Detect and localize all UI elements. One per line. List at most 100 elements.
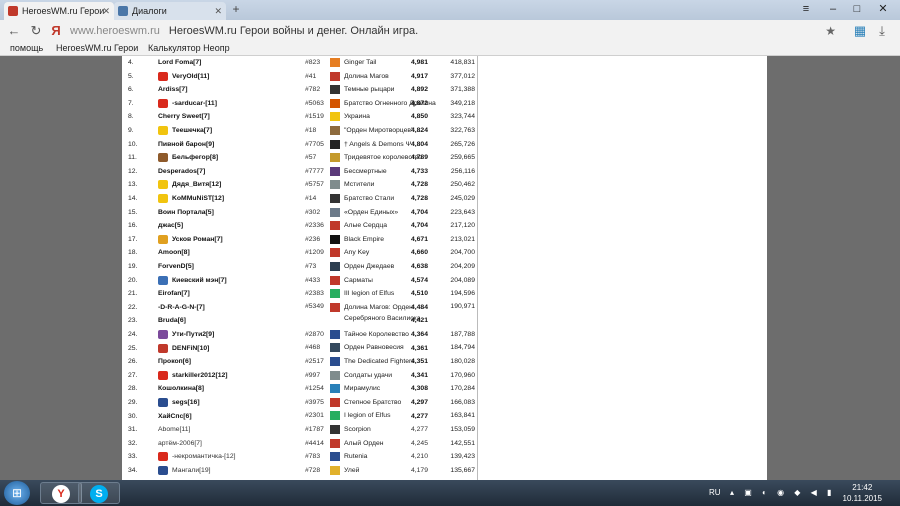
clan-row: #4414 Алый Орден 142,551 [305, 437, 475, 451]
player-name-link[interactable]: Воин Портала[5] [158, 206, 214, 220]
clan-id: #57 [305, 154, 317, 162]
back-button[interactable]: ← [6, 23, 22, 39]
tab-dialogs[interactable]: Диалоги ✕ [114, 2, 226, 20]
clan-name-link[interactable]: Мстители [344, 178, 374, 192]
player-name-link[interactable]: Мангали[19] [172, 464, 210, 478]
minimize-button[interactable]: – [822, 0, 844, 18]
player-name-link[interactable]: -некромантичка-[12] [172, 450, 236, 464]
clan-id: #2301 [305, 412, 324, 420]
clan-name-link[interactable]: I legion of Elfus [344, 409, 390, 423]
player-name-link[interactable]: Eirofan[7] [158, 287, 190, 301]
clan-name-link[interactable]: Алый Орден [344, 437, 383, 451]
refresh-button[interactable]: ↻ [28, 23, 44, 39]
clan-name-link[interactable]: "Орден Миротворцев" [344, 124, 413, 138]
system-clock[interactable]: 21:42 10.11.2015 [843, 482, 882, 504]
clan-name-link[interactable]: III legion of Elfus [344, 287, 394, 301]
clan-name-link[interactable]: «Орден Единых» [344, 206, 398, 220]
bookmark-star-icon[interactable]: ★ [825, 22, 836, 40]
player-name-link[interactable]: Усков Роман[7] [172, 233, 223, 247]
download-icon[interactable]: ⤓ [874, 23, 890, 39]
clan-name-link[interactable]: The Dedicated Fighters [344, 355, 415, 369]
clan-id: #236 [305, 235, 321, 243]
player-name-link[interactable]: segs[16] [172, 396, 200, 410]
player-name-link[interactable]: Ardiss[7] [158, 83, 187, 97]
menu-icon[interactable]: ≡ [796, 0, 816, 18]
clan-name-link[interactable]: Any Key [344, 246, 369, 260]
player-name-link[interactable]: джас[5] [158, 219, 183, 233]
player-name-link[interactable]: ForvenD[5] [158, 260, 194, 274]
player-name-link[interactable]: VeryOld[11] [172, 70, 209, 84]
clan-id: #302 [305, 208, 321, 216]
bookmark-heroeswm[interactable]: HeroesWM.ru Герои [56, 42, 138, 55]
player-name-link[interactable]: KoMMuNiST[12] [172, 192, 224, 206]
clan-emblem-icon [330, 112, 340, 122]
clan-name-link[interactable]: † Angels & Demons Ψ [344, 138, 411, 152]
close-tab-icon[interactable]: ✕ [214, 2, 222, 20]
clan-emblem-icon [330, 411, 340, 421]
clan-name-link[interactable]: Солдаты удачи [344, 369, 392, 383]
clan-row: #1787 Scorpion 153,059 [305, 423, 475, 437]
clan-name-link[interactable]: Долина Магов: Орден Серебряного Василиск… [344, 302, 436, 324]
player-name-link[interactable]: Desperados[7] [158, 165, 205, 179]
clan-name-link[interactable]: Black Empire [344, 233, 384, 247]
player-name-link[interactable]: Bruda[6] [158, 314, 186, 328]
clan-emblem-icon [330, 425, 340, 434]
maximize-button[interactable]: □ [846, 0, 868, 18]
player-name-link[interactable]: Пивной барон[9] [158, 138, 214, 152]
heroeswm-favicon-icon [8, 6, 18, 16]
player-name-link[interactable]: starkiller2012[12] [172, 369, 228, 383]
clan-name-link[interactable]: Rutenia [344, 450, 367, 464]
player-name-link[interactable]: Abome[11] [158, 423, 190, 437]
clan-name-link[interactable]: Орден Джедаев [344, 260, 394, 274]
clan-name-link[interactable]: Украина [344, 110, 370, 124]
clan-name-link[interactable]: Долина Магов [344, 70, 389, 84]
player-guild-icon [158, 71, 168, 81]
player-name-link[interactable]: Теешечка[7] [172, 124, 212, 138]
clan-name-link[interactable]: Мирамулис [344, 382, 380, 396]
player-name-link[interactable]: Amoon[8] [158, 246, 190, 260]
address-bar[interactable]: www.heroeswm.ru HeroesWM.ru Герои войны … [70, 22, 840, 40]
clan-name-link[interactable]: Бессмертные [344, 165, 387, 179]
yandex-icon[interactable]: Я [48, 23, 64, 39]
clan-name-link[interactable]: Улей [344, 464, 359, 478]
player-name-link[interactable]: -D-R-A-G-N-[7] [158, 301, 205, 315]
taskbar-yandex-browser[interactable]: Y [40, 482, 82, 504]
clan-name-link[interactable]: Алые Сердца [344, 219, 387, 233]
player-name-link[interactable]: Бельфегор[8] [172, 151, 218, 165]
tab-heroeswm[interactable]: HeroesWM.ru Герои ✕ [4, 2, 114, 20]
clan-name-link[interactable]: Орден Равновесия [344, 341, 404, 355]
tray-icons[interactable]: ▴ ▣ ◐ ◉ ◆ ◀ ▮ [730, 484, 835, 502]
player-name-link[interactable]: артём-2006[7] [158, 437, 202, 451]
extension-icon[interactable]: ▦ [852, 23, 868, 39]
language-indicator[interactable]: RU [709, 484, 721, 502]
bookmark-help[interactable]: помощь [10, 42, 43, 55]
close-tab-icon[interactable]: ✕ [102, 2, 110, 20]
clan-name-link[interactable]: Темные рыцари [344, 83, 394, 97]
player-name-link[interactable]: -sarducar-[11] [172, 97, 217, 111]
clan-score: 377,012 [450, 72, 475, 80]
player-position: 30. [128, 412, 138, 420]
start-button[interactable]: ⊞ [4, 481, 30, 505]
clan-name-link[interactable]: Сарматы [344, 274, 373, 288]
clan-name-link[interactable]: Братство Стали [344, 192, 394, 206]
player-name-link[interactable]: Ути-Пути2[9] [172, 328, 214, 342]
close-window-button[interactable]: ✕ [870, 0, 896, 18]
player-name-link[interactable]: Киевский мэн[7] [172, 274, 227, 288]
taskbar-skype[interactable]: S [78, 482, 120, 504]
new-tab-button[interactable]: + [229, 3, 243, 16]
player-name-link[interactable]: Прокоп[6] [158, 355, 191, 369]
clan-name-link[interactable]: Ginger Tail [344, 56, 376, 70]
clan-name-link[interactable]: Scorpion [344, 423, 371, 437]
clan-emblem-icon [330, 275, 340, 285]
player-name-link[interactable]: ХайСпс[6] [158, 410, 192, 424]
clan-name-link[interactable]: Тайное Королевство [344, 328, 409, 342]
player-name-link[interactable]: Lord Fomа[7] [158, 56, 201, 70]
clan-name-link[interactable]: Тридевятое королевство [344, 151, 422, 165]
clan-name-link[interactable]: Степное Братство [344, 396, 401, 410]
player-name-link[interactable]: Кошолкина[8] [158, 382, 204, 396]
player-name-link[interactable]: DENFiN[10] [172, 342, 209, 356]
player-name-link[interactable]: Дядя_Витя[12] [172, 178, 221, 192]
bookmark-calculator[interactable]: Калькулятор Неопр [148, 42, 230, 55]
clan-name-link[interactable]: Братство Огненного Дракона [344, 97, 436, 111]
player-name-link[interactable]: Cherry Sweet[7] [158, 110, 210, 124]
